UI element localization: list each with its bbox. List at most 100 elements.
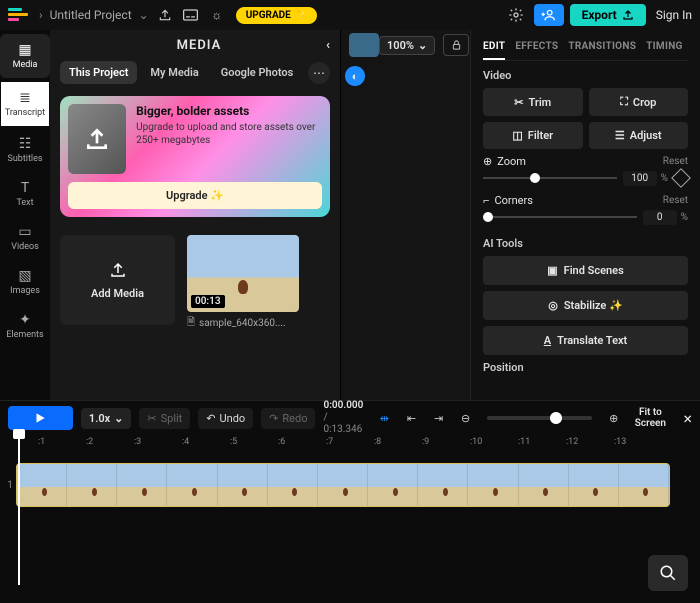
filter-button[interactable]: ◫Filter bbox=[483, 122, 583, 149]
prev-frame-icon[interactable]: ⇤ bbox=[402, 408, 421, 428]
timeline-clip[interactable] bbox=[16, 463, 670, 507]
tab-this-project[interactable]: This Project bbox=[60, 61, 137, 84]
zoom-in-icon[interactable]: ⊕ bbox=[604, 408, 623, 428]
find-scenes-button[interactable]: ▣Find Scenes bbox=[483, 256, 688, 285]
zoom-slider[interactable] bbox=[483, 170, 617, 186]
file-icon: 🗎 bbox=[187, 315, 195, 332]
tool-images[interactable]: ▧Images bbox=[0, 260, 50, 304]
translate-button[interactable]: ATranslate Text bbox=[483, 326, 688, 355]
split-label: Split bbox=[161, 412, 183, 425]
redo-button[interactable]: ↷Redo bbox=[261, 408, 315, 429]
filter-label: Filter bbox=[528, 129, 553, 142]
media-clip[interactable]: 00:13 🗎 sample_640x360.... bbox=[187, 235, 299, 332]
signin-link[interactable]: Sign In bbox=[656, 8, 692, 22]
playhead[interactable] bbox=[18, 435, 20, 585]
preview-zoom-value: 100% bbox=[387, 39, 414, 52]
stabilize-label: Stabilize ✨ bbox=[564, 299, 623, 312]
promo-body: Upgrade to upload and store assets over … bbox=[136, 121, 322, 147]
preview-area: 100%⌄ ◐ bbox=[340, 30, 470, 400]
upgrade-button[interactable]: UPGRADE✨ bbox=[236, 7, 318, 24]
search-icon bbox=[659, 564, 677, 582]
fit-to-screen-button[interactable]: Fit to Screen bbox=[631, 407, 669, 429]
promo-upgrade-button[interactable]: Upgrade ✨ bbox=[68, 182, 322, 209]
app-logo[interactable] bbox=[8, 8, 28, 23]
tab-my-media[interactable]: My Media bbox=[141, 61, 207, 84]
project-menu-chevron-icon[interactable]: ⌄ bbox=[139, 8, 149, 22]
preview-thumb[interactable] bbox=[349, 33, 379, 57]
trim-label: Trim bbox=[528, 96, 551, 109]
tool-subtitles[interactable]: ☷Subtitles bbox=[0, 128, 50, 172]
play-button[interactable] bbox=[8, 406, 73, 430]
tool-transcript-label: Transcript bbox=[5, 108, 45, 118]
close-icon[interactable]: × bbox=[683, 409, 692, 428]
layer-badge-icon[interactable]: ◐ bbox=[345, 66, 365, 86]
tab-transitions[interactable]: TRANSITIONS bbox=[568, 36, 636, 60]
timeline-ruler[interactable]: :1:2:3:4:5:6:7:8:9:10:11:12:13 bbox=[18, 435, 700, 453]
tool-transcript[interactable]: ≣Transcript bbox=[1, 82, 49, 126]
trim-button[interactable]: ✂Trim bbox=[483, 88, 583, 116]
clip-filename: sample_640x360.... bbox=[199, 318, 285, 329]
media-panel: MEDIA ‹ This Project My Media Google Pho… bbox=[50, 30, 340, 400]
corners-value[interactable]: 0 bbox=[643, 210, 677, 225]
stabilize-button[interactable]: ◎Stabilize ✨ bbox=[483, 291, 688, 320]
adjust-button[interactable]: ☰Adjust bbox=[589, 122, 689, 149]
top-bar: › Untitled Project ⌄ ☼ UPGRADE✨ Export S… bbox=[0, 0, 700, 30]
upload-icon bbox=[109, 261, 127, 279]
tool-videos-label: Videos bbox=[11, 242, 39, 252]
share-icon[interactable] bbox=[156, 6, 174, 24]
undo-icon: ↶ bbox=[206, 412, 215, 425]
crop-icon: ⛶ bbox=[620, 95, 628, 109]
reset-corners[interactable]: Reset bbox=[663, 195, 688, 206]
zoom-value[interactable]: 100 bbox=[623, 171, 657, 186]
add-media-button[interactable]: Add Media bbox=[60, 235, 175, 325]
ruler-tick: :11 bbox=[518, 437, 530, 447]
tab-timing[interactable]: TIMING bbox=[646, 36, 682, 60]
tab-effects[interactable]: EFFECTS bbox=[515, 36, 558, 60]
properties-panel: EDIT EFFECTS TRANSITIONS TIMING Video ✂T… bbox=[470, 30, 700, 400]
next-frame-icon[interactable]: ⇥ bbox=[429, 408, 448, 428]
ruler-tick: :7 bbox=[326, 437, 333, 447]
corners-slider[interactable] bbox=[483, 209, 637, 225]
zoom-out-icon[interactable]: ⊖ bbox=[456, 408, 475, 428]
tool-images-label: Images bbox=[10, 286, 40, 296]
tool-text[interactable]: TText bbox=[0, 172, 50, 216]
upload-icon bbox=[68, 104, 126, 174]
ruler-tick: :4 bbox=[182, 437, 189, 447]
tool-subtitles-label: Subtitles bbox=[7, 154, 42, 164]
tool-media[interactable]: ▦Media bbox=[0, 34, 50, 78]
collapse-panel-icon[interactable]: ‹ bbox=[326, 38, 330, 53]
snap-icon[interactable]: ⇹ bbox=[375, 408, 394, 428]
reset-zoom[interactable]: Reset bbox=[663, 156, 688, 167]
tab-google-photos[interactable]: Google Photos bbox=[212, 61, 303, 84]
timecode: 0:00.000 / 0:13.346 bbox=[323, 400, 366, 436]
search-button[interactable] bbox=[648, 555, 688, 591]
lock-icon[interactable] bbox=[443, 34, 469, 56]
corners-icon: ⌐ bbox=[483, 194, 489, 207]
timeline-zoom-slider[interactable] bbox=[487, 416, 592, 420]
undo-button[interactable]: ↶Undo bbox=[198, 408, 253, 429]
settings-icon[interactable] bbox=[508, 7, 524, 23]
tab-edit[interactable]: EDIT bbox=[483, 36, 505, 60]
adjust-label: Adjust bbox=[630, 129, 662, 142]
clip-thumbnail[interactable]: 00:13 bbox=[187, 235, 299, 312]
media-more-icon[interactable]: ⋯ bbox=[308, 62, 330, 84]
find-scenes-label: Find Scenes bbox=[564, 264, 624, 277]
export-button[interactable]: Export bbox=[570, 4, 646, 26]
videos-icon: ▭ bbox=[18, 224, 31, 240]
split-button[interactable]: ✂Split bbox=[139, 408, 190, 429]
playback-speed[interactable]: 1.0x⌄ bbox=[81, 408, 131, 429]
theme-icon[interactable]: ☼ bbox=[208, 6, 226, 24]
project-name[interactable]: Untitled Project bbox=[50, 8, 132, 22]
zoom-icon: ⊕ bbox=[483, 155, 492, 168]
ruler-tick: :6 bbox=[278, 437, 285, 447]
invite-button[interactable] bbox=[534, 4, 564, 26]
timeline: 1.0x⌄ ✂Split ↶Undo ↷Redo 0:00.000 / 0:13… bbox=[0, 400, 700, 603]
zoom-label: Zoom bbox=[497, 155, 526, 168]
tool-videos[interactable]: ▭ Videos bbox=[0, 216, 50, 260]
preview-zoom-dropdown[interactable]: 100%⌄ bbox=[379, 36, 435, 55]
crop-button[interactable]: ⛶Crop bbox=[589, 88, 689, 116]
keyframe-toggle-icon[interactable] bbox=[671, 168, 691, 188]
tool-elements[interactable]: ✦Elements bbox=[0, 304, 50, 348]
caption-setting-icon[interactable] bbox=[182, 6, 200, 24]
time-current: 0:00.000 bbox=[323, 400, 366, 412]
